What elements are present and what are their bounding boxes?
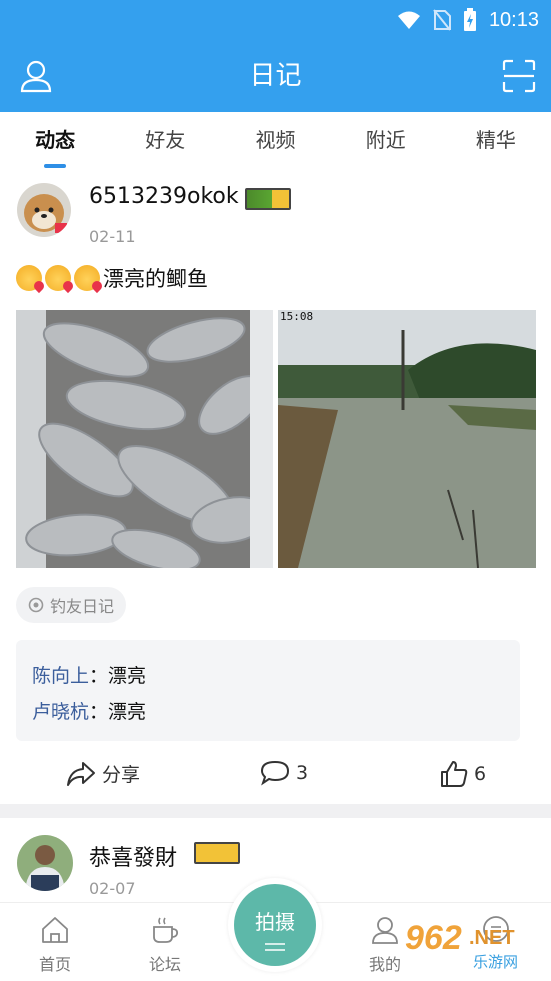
tab-nearby[interactable]: 附近 [331, 112, 441, 170]
comment[interactable]: 卢晓杭：漂亮 [32, 694, 504, 730]
scan-icon [502, 59, 536, 93]
status-bar: 10:13 [397, 6, 539, 34]
comment-author[interactable]: 陈向上 [32, 665, 89, 687]
like-button[interactable]: 6 [440, 760, 486, 788]
post-date: 02-11 [89, 227, 136, 246]
tab-friends[interactable]: 好友 [110, 112, 220, 170]
coffee-cup-icon [153, 917, 179, 943]
post-divider [0, 804, 551, 818]
nav-home[interactable]: 首页 [15, 915, 95, 975]
diary-tag[interactable]: 钓友日记 [16, 587, 127, 623]
user-icon [372, 917, 398, 944]
watermark-site: 乐游网 [473, 953, 519, 971]
post-date: 02-07 [89, 879, 136, 898]
watermark-suffix: .NET [469, 927, 515, 949]
watermark-number: 962 [405, 919, 462, 957]
tab-video[interactable]: 视频 [220, 112, 330, 170]
watermark-logo: 962 .NET 乐游网 [403, 919, 543, 971]
avatar[interactable] [17, 183, 71, 237]
nav-mine-label: 我的 [368, 955, 401, 974]
target-icon [28, 597, 44, 613]
home-icon [42, 917, 68, 943]
like-count: 6 [474, 763, 487, 785]
level-badge [194, 842, 240, 864]
share-label: 分享 [102, 764, 141, 786]
comment[interactable]: 陈向上：漂亮 [32, 658, 504, 694]
tag-label: 钓友日记 [50, 597, 115, 616]
comment-button[interactable]: 3 [260, 760, 308, 786]
comment-separator: ： [89, 665, 109, 687]
nav-forum[interactable]: 论坛 [125, 915, 205, 975]
comment-text: 漂亮 [108, 665, 147, 687]
page-title: 日记 [249, 61, 302, 91]
post-username[interactable]: 恭喜發財 [89, 840, 177, 872]
comment-text: 漂亮 [108, 701, 147, 723]
share-button[interactable]: 分享 [66, 760, 140, 787]
comment-icon [260, 760, 290, 786]
top-bar: 10:13 日记 [0, 0, 551, 112]
no-sim-icon [433, 9, 451, 31]
capture-button-circle: 拍摄 [234, 884, 316, 966]
status-time: 10:13 [488, 8, 539, 31]
post-photo-fish[interactable] [16, 310, 273, 568]
post-photo-pond[interactable]: 15:08 [278, 310, 536, 568]
emoji-icon [45, 265, 71, 291]
tab-featured[interactable]: 精华 [441, 112, 551, 170]
comment-separator: ： [89, 701, 109, 723]
comment-author[interactable]: 卢晓杭 [32, 701, 89, 723]
emoji-icon [16, 265, 42, 291]
comment-box: 陈向上：漂亮 卢晓杭：漂亮 [16, 640, 520, 741]
tab-dongtai[interactable]: 动态 [0, 112, 110, 170]
share-icon [67, 761, 95, 786]
feed-tabs: 动态 好友 视频 附近 精华 [0, 112, 551, 170]
post-caption: 漂亮的鲫鱼 [103, 267, 208, 291]
post-actions: 分享 3 6 [0, 754, 551, 794]
emoji-icon [74, 265, 100, 291]
comment-count: 3 [296, 762, 309, 784]
nav-home-label: 首页 [38, 955, 71, 974]
photo-timestamp-overlay: 15:08 [280, 310, 314, 323]
nav-forum-label: 论坛 [148, 955, 181, 974]
thumbs-up-icon [441, 761, 468, 787]
battery-charging-icon [463, 8, 476, 31]
avatar[interactable] [17, 835, 73, 891]
menu-lines-icon [265, 943, 285, 951]
capture-button[interactable]: 拍摄 [228, 878, 322, 972]
post-text: 漂亮的鲫鱼 [16, 263, 208, 293]
wifi-icon [397, 11, 420, 29]
level-badge [245, 188, 291, 210]
capture-label: 拍摄 [255, 910, 295, 934]
scan-button[interactable] [499, 56, 539, 96]
post-username[interactable]: 6513239okok [89, 184, 239, 209]
